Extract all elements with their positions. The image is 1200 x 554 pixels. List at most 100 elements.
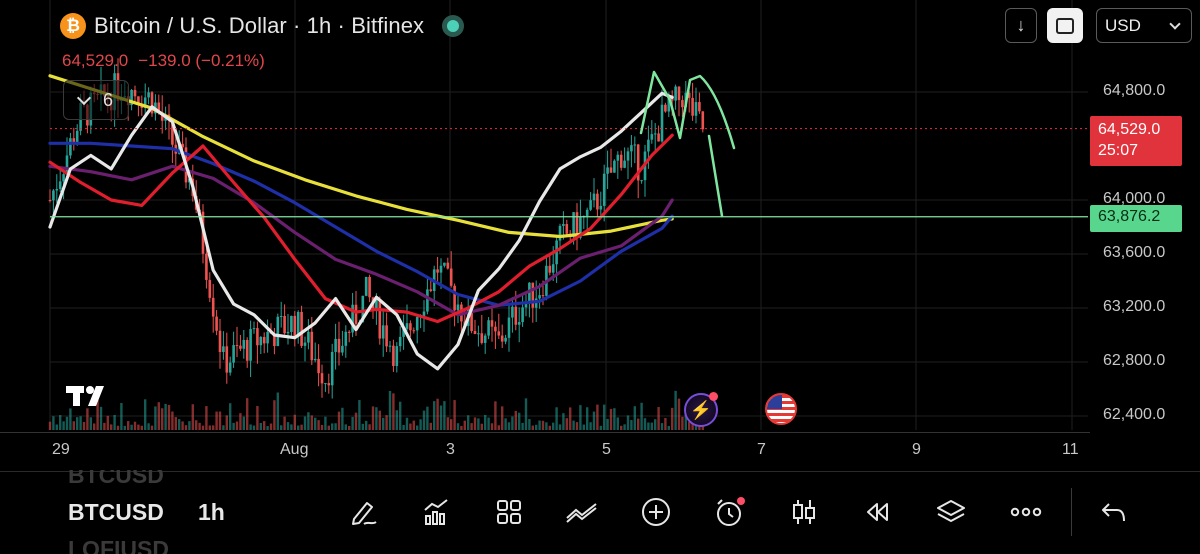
alert-clock-icon[interactable] [713,495,747,529]
candle-body [436,269,439,273]
candle-body [398,336,402,347]
volume-bar [640,402,643,430]
auto-scale-button[interactable] [1047,8,1083,43]
volume-bar [450,419,453,430]
candle-body [592,193,596,201]
volume-bar [579,405,582,430]
volume-bar [552,422,555,430]
candle-body [211,297,215,317]
volume-bar [514,410,517,430]
candle-body [354,304,358,324]
volume-bar [405,417,409,430]
candle-body [429,289,433,291]
volume-bar [256,405,259,430]
compare-icon[interactable] [565,495,599,529]
candle-body [500,335,504,342]
candle-body [300,311,303,346]
candle-body [62,174,65,182]
volume-bar [575,422,579,430]
volume-bar [365,420,368,430]
candle-body [69,138,72,156]
candle-body [249,329,252,361]
candle-body [531,282,535,308]
volume-bar [225,415,228,430]
volume-bar [647,422,650,430]
candle-body [147,92,150,98]
candle-body [133,89,137,97]
earnings-event-icon[interactable]: ⚡ [684,392,718,427]
volume-bar [354,412,358,430]
currency-select[interactable]: USD [1096,8,1192,43]
candles-icon[interactable] [787,495,821,529]
candle-body [307,331,310,343]
candle-body [208,279,212,298]
candle-body [480,333,484,343]
candle-body [589,200,592,210]
volume-bar [630,420,633,430]
replay-icon[interactable] [860,495,894,529]
chart-header[interactable]: ₿ Bitcoin / U.S. Dollar · 1h · Bitfinex [60,10,465,42]
volume-bar [79,416,82,430]
volume-bar [480,423,483,430]
candle-body [504,337,507,342]
volume-bar [599,425,602,430]
volume-bar [181,421,184,430]
symbol-next[interactable]: LOFIUSD [68,536,169,554]
volume-bar [626,415,630,430]
volume-bar [637,418,640,430]
candle-body [218,330,222,352]
indicators-collapse-button[interactable]: 6 [63,80,129,120]
volume-bar [320,424,324,430]
volume-bar [290,424,293,430]
add-icon[interactable] [639,495,673,529]
volume-bar [293,414,296,430]
volume-bar [385,415,388,430]
candle-body [691,97,694,116]
symbol-current[interactable]: BTCUSD [68,499,164,526]
candle-body [52,190,55,201]
undo-icon[interactable] [1097,495,1131,529]
volume-bar [232,422,235,430]
volume-bar [76,417,79,430]
volume-bar [116,425,120,430]
volume-bar [569,407,572,430]
candle-body [456,304,460,311]
volume-bar [269,423,273,430]
volume-bar [273,400,276,430]
candle-body [239,345,242,349]
volume-bar [188,421,191,430]
time-axis-label: Aug [280,441,309,458]
volume-bar [300,424,303,430]
candle-body [538,295,541,299]
symbol-title[interactable]: Bitcoin / U.S. Dollar · 1h · Bitfinex [94,13,424,39]
market-status-icon[interactable] [442,15,465,37]
time-axis-line [0,432,1090,433]
volume-bar [184,425,188,430]
volume-bar [161,408,164,430]
indicators-icon[interactable] [419,495,453,529]
volume-bar [443,401,446,430]
candle-body [347,331,351,333]
tradingview-logo[interactable] [66,383,116,416]
apps-icon[interactable] [492,495,526,529]
candle-body [48,200,52,201]
candle-body [364,276,368,296]
volume-bar [497,425,500,430]
volume-bar [674,390,677,430]
volume-bar [507,422,511,430]
volume-bar [582,424,585,430]
symbol-prev[interactable]: BTCUSD [68,470,164,489]
volume-bar [528,419,531,430]
more-icon[interactable] [1009,495,1043,529]
candle-body [558,225,562,241]
pencil-icon[interactable] [346,495,380,529]
volume-bar [558,424,562,430]
download-button[interactable]: ↓ [1005,8,1037,43]
interval-selector[interactable]: 1h [198,499,225,526]
candle-body [334,338,337,352]
level-price-tag: 63,876.2 [1090,205,1182,232]
layers-icon[interactable] [934,495,968,529]
volume-bar [620,425,623,430]
us-flag-event-icon[interactable] [765,393,797,425]
volume-bar [324,416,327,430]
